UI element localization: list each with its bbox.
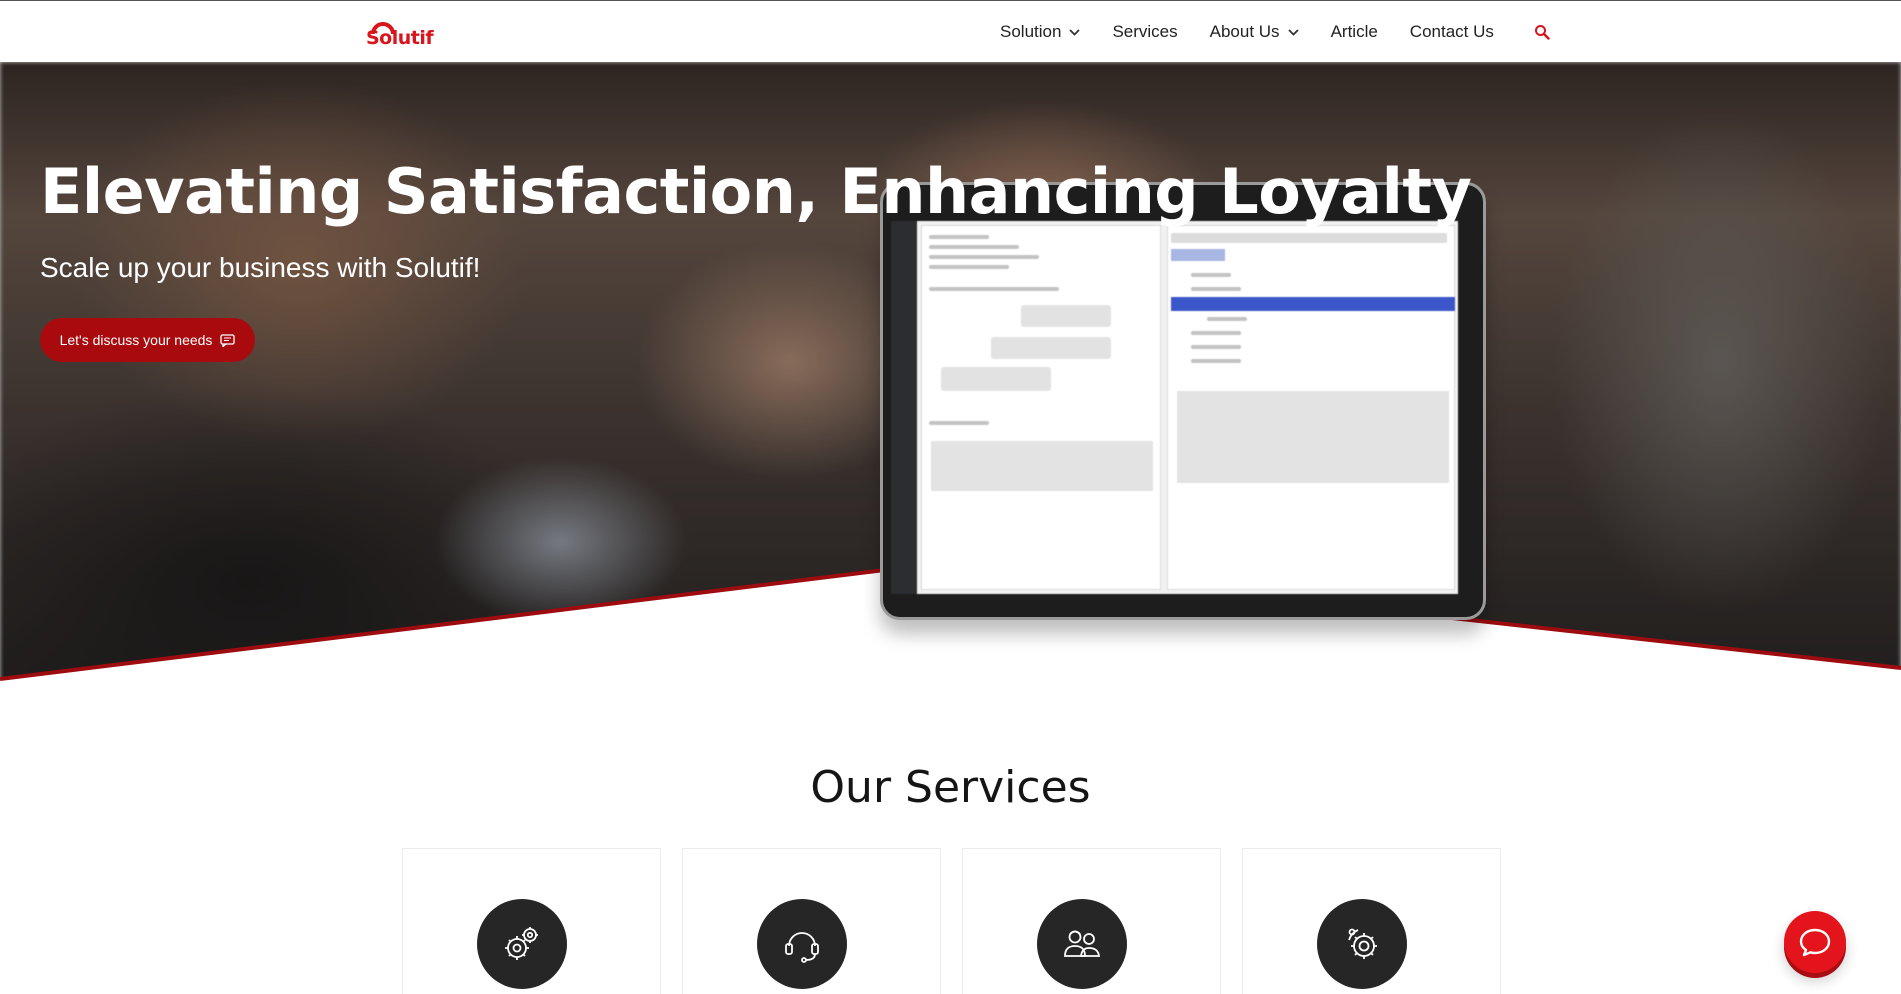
nav-item-label: About Us	[1209, 22, 1280, 41]
nav-item-article[interactable]: Article	[1331, 22, 1378, 42]
chat-lines-icon	[220, 333, 236, 347]
tablet-sidebar	[891, 221, 917, 594]
nav-item-label: Article	[1330, 22, 1378, 41]
nav-item-label: Contact Us	[1409, 22, 1494, 41]
hero-title: Elevating Satisfaction, Enhancing Loyalt…	[40, 155, 1472, 228]
settings-icon[interactable]	[1317, 899, 1407, 989]
services-title: Our Services	[810, 762, 1091, 813]
tablet-line	[1191, 345, 1241, 349]
tablet-message	[991, 337, 1111, 359]
tablet-screen	[891, 221, 1458, 594]
tablet-line	[1191, 331, 1241, 335]
tablet-line	[929, 235, 989, 239]
service-card[interactable]	[1242, 848, 1501, 994]
headset-icon[interactable]	[757, 899, 847, 989]
chat-bubble-icon	[1799, 928, 1831, 957]
tablet-line	[1191, 359, 1241, 363]
service-card[interactable]	[402, 848, 661, 994]
nav-item-label: Services	[1112, 22, 1178, 41]
tablet-box	[1177, 391, 1449, 483]
nav-item-services[interactable]: Services	[1112, 22, 1177, 42]
tablet-selected-row	[1171, 297, 1455, 311]
discuss-needs-button[interactable]: Let's discuss your needs	[40, 318, 255, 362]
service-card[interactable]	[682, 848, 941, 994]
gears-icon[interactable]	[477, 899, 567, 989]
logo[interactable]: Solutif	[366, 17, 434, 51]
hero-section: Elevating Satisfaction, Enhancing Loyalt…	[0, 62, 1901, 682]
search-icon[interactable]	[1534, 24, 1550, 40]
tablet-line	[929, 287, 1059, 291]
cta-label: Let's discuss your needs	[59, 332, 213, 348]
tablet-line	[1191, 287, 1241, 291]
users-icon[interactable]	[1037, 899, 1127, 989]
nav-item-about-us[interactable]: About Us	[1210, 22, 1299, 42]
chevron-down-icon	[1287, 28, 1299, 36]
nav-item-contact-us[interactable]: Contact Us	[1410, 22, 1494, 42]
logo-text: Solutif	[366, 27, 434, 49]
main-nav: Solution Services About Us Article Conta…	[1000, 1, 1526, 63]
tablet-line	[929, 245, 1019, 249]
tablet-line	[929, 421, 989, 425]
tablet-message	[1021, 305, 1111, 327]
chat-widget-button[interactable]	[1784, 911, 1846, 973]
tablet-left-panel	[921, 225, 1161, 590]
hero-subtitle: Scale up your business with Solutif!	[40, 252, 481, 283]
nav-item-solution[interactable]: Solution	[1000, 22, 1081, 42]
tablet-box	[1171, 249, 1225, 261]
tablet-mockup-image	[880, 182, 1486, 620]
tablet-box	[931, 441, 1153, 491]
tablet-line	[1191, 273, 1231, 277]
site-header: Solutif Solution Services About Us Artic…	[0, 0, 1901, 62]
tablet-message	[941, 367, 1051, 391]
service-card[interactable]	[962, 848, 1221, 994]
nav-item-label: Solution	[1000, 22, 1062, 41]
chevron-down-icon	[1069, 28, 1081, 36]
tablet-line	[1171, 233, 1447, 243]
tablet-line	[929, 265, 1009, 269]
tablet-line	[929, 255, 1039, 259]
tablet-line	[1207, 317, 1247, 321]
